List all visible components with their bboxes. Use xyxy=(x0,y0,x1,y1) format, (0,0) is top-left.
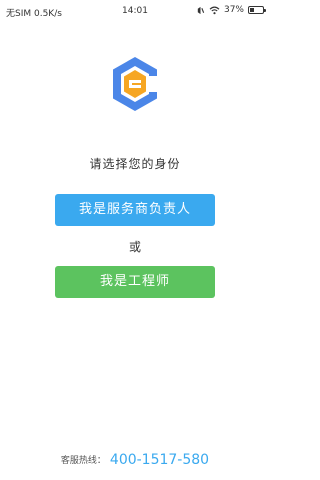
alarm-icon xyxy=(197,6,205,14)
status-indicators: 37% xyxy=(196,5,266,15)
hotline-label: 客服热线： xyxy=(60,456,106,466)
status-bar: 无SIM 0.5K/s 14:01 37% xyxy=(0,0,270,22)
battery-fill xyxy=(250,8,254,12)
engineer-button[interactable]: 我是工程师 xyxy=(55,266,215,298)
or-separator: 或 xyxy=(128,240,141,254)
service-provider-button[interactable]: 我是服务商负责人 xyxy=(55,194,215,226)
wifi-icon xyxy=(209,6,220,14)
hotline-number-link[interactable]: 400-1517-580 xyxy=(110,452,209,468)
customer-service-hotline: 客服热线： 400-1517-580 xyxy=(0,449,270,468)
battery-percent: 37% xyxy=(223,5,244,15)
battery-icon xyxy=(248,6,266,14)
app-logo-icon xyxy=(113,57,157,111)
select-identity-prompt: 请选择您的身份 xyxy=(89,157,181,171)
